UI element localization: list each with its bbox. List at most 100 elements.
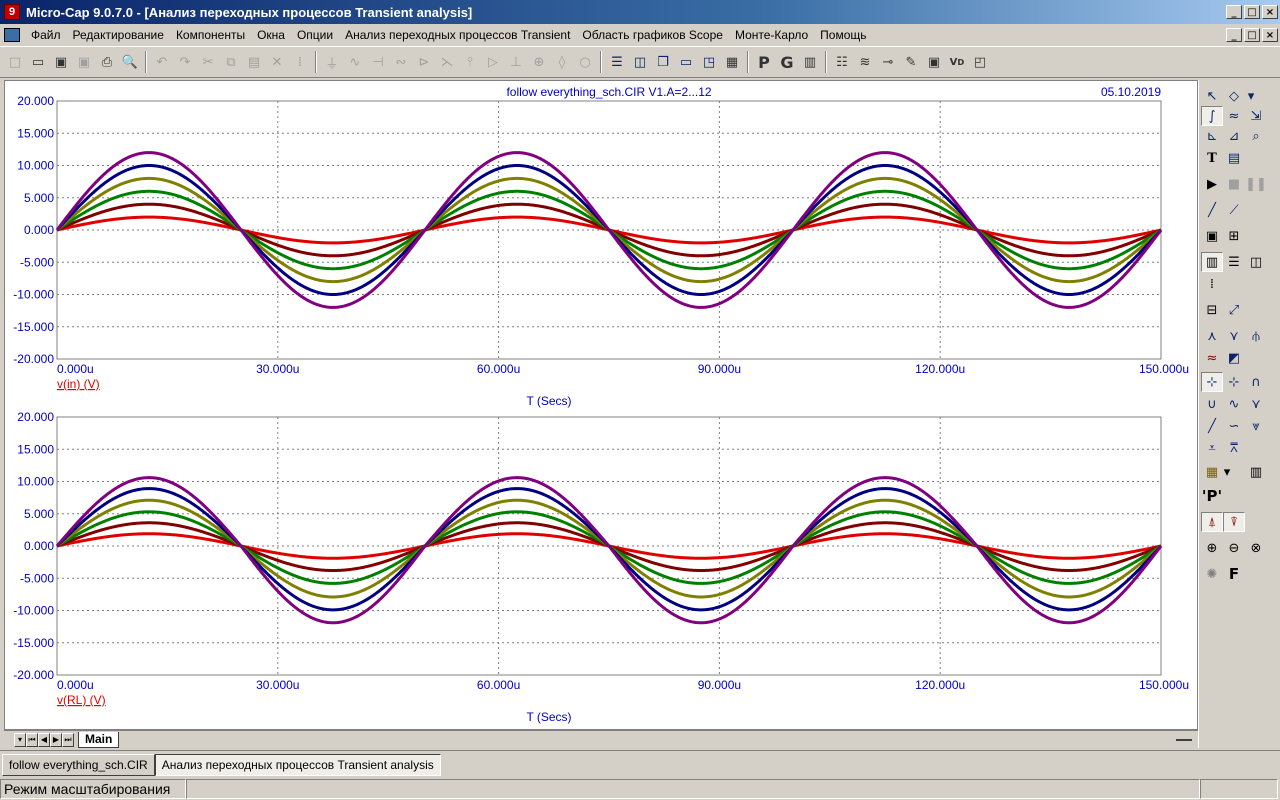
peak-icon[interactable]: ⋏ (1201, 326, 1223, 346)
run-icon[interactable]: ▶ (1201, 174, 1223, 194)
cursor-peak-icon[interactable]: ⊹ (1223, 372, 1245, 392)
open-file-icon[interactable]: ▭ (27, 51, 49, 73)
doc-close-button[interactable]: × (1262, 28, 1278, 42)
redo-icon[interactable]: ↷ (174, 51, 196, 73)
tab-first-icon[interactable]: ⏮ (26, 732, 38, 747)
component-list-icon[interactable]: ☷ (831, 51, 853, 73)
paste-icon[interactable]: ▤ (243, 51, 265, 73)
close-button[interactable]: × (1262, 5, 1278, 19)
calculator-icon[interactable]: ▦ (721, 51, 743, 73)
pause-icon[interactable]: ❚❚ (1245, 174, 1267, 194)
cascade-icon[interactable]: ❐ (652, 51, 674, 73)
zoom-fit-icon[interactable]: ◰ (969, 51, 991, 73)
opamp-icon[interactable]: ▷ (482, 51, 504, 73)
undo-icon[interactable]: ↶ (151, 51, 173, 73)
bottom-trace-label[interactable]: v(RL) (V) (57, 693, 106, 707)
cursor-high-icon[interactable]: ⩞ (1223, 438, 1245, 458)
doc-minimize-button[interactable]: _ (1226, 28, 1242, 42)
columns-icon[interactable]: ◫ (1245, 252, 1267, 272)
menu-windows[interactable]: Окна (251, 28, 291, 42)
print-icon[interactable]: ⎙ (96, 51, 118, 73)
zoom-region-icon[interactable]: ⊗ (1245, 538, 1267, 558)
xy-plot-icon[interactable]: ⤢ (1223, 300, 1245, 320)
npn-icon[interactable]: ⫯ (459, 51, 481, 73)
menu-help[interactable]: Помощь (814, 28, 872, 42)
waveform-icon[interactable]: ≋ (854, 51, 876, 73)
zoom-in-icon[interactable]: ⊕ (1201, 538, 1223, 558)
ground-icon[interactable]: ⏚ (321, 51, 343, 73)
scale-icon[interactable]: ∫ (1201, 106, 1223, 126)
select-arrow-icon[interactable]: ↖ (1201, 86, 1223, 106)
clipboard-icon[interactable]: ▤ (1223, 148, 1245, 168)
f-icon[interactable]: F (1223, 564, 1245, 584)
cursor-max-icon[interactable]: ∩ (1245, 372, 1267, 392)
find-icon[interactable]: ⌕ (1245, 126, 1267, 146)
tile-horizontal-icon[interactable]: ☰ (606, 51, 628, 73)
tab-last-icon[interactable]: ⏭ (62, 732, 74, 747)
vertical-lines-icon[interactable]: ▥ (1201, 252, 1223, 272)
dotgrid-icon[interactable]: ⁞ (1201, 274, 1223, 294)
stop-icon[interactable]: ■ (1223, 174, 1245, 194)
g-icon[interactable]: G (776, 51, 798, 73)
minimize-button[interactable]: _ (1226, 5, 1242, 19)
source-icon[interactable]: ⊕ (528, 51, 550, 73)
resize-handle[interactable] (1176, 738, 1192, 741)
cursor-a-icon[interactable]: ⊾ (1201, 126, 1223, 146)
current-source-icon[interactable]: ○ (574, 51, 596, 73)
shapes-icon[interactable]: ◇ (1223, 86, 1245, 106)
doc-tab-transient[interactable]: Анализ переходных процессов Transient an… (154, 754, 441, 776)
slope-icon[interactable]: ◩ (1223, 348, 1245, 368)
tab-scroll-down-icon[interactable]: ▾ (14, 732, 26, 747)
valley-icon[interactable]: ⋎ (1223, 326, 1245, 346)
menu-components[interactable]: Компоненты (170, 28, 251, 42)
line-icon[interactable]: ╱ (1201, 200, 1223, 220)
tile-vertical-icon[interactable]: ◫ (629, 51, 651, 73)
stretch-icon[interactable]: ⇲ (1245, 106, 1267, 126)
print-preview-icon[interactable]: 🔍 (119, 51, 141, 73)
inductor-icon[interactable]: ∾ (390, 51, 412, 73)
menu-file[interactable]: Файл (25, 28, 67, 42)
p-icon[interactable]: P (753, 51, 775, 73)
cursor-min-icon[interactable]: ∪ (1201, 394, 1223, 414)
tag-icon[interactable]: ⍋ (1201, 512, 1223, 532)
table-view-icon[interactable]: ▥ (1245, 462, 1267, 482)
tag-alt-icon[interactable]: ⍒ (1223, 512, 1245, 532)
cursor-low-icon[interactable]: ⩡ (1201, 438, 1223, 458)
point-line-icon[interactable]: ⟋ (1223, 200, 1245, 220)
single-plot-icon[interactable]: ⊟ (1201, 300, 1223, 320)
box-icon[interactable]: ▣ (1201, 226, 1223, 246)
save-icon[interactable]: ▣ (50, 51, 72, 73)
capacitor-icon[interactable]: ⊣ (367, 51, 389, 73)
doc-maximize-button[interactable]: □ (1244, 28, 1260, 42)
node-icon[interactable]: ⊸ (877, 51, 899, 73)
tab-main[interactable]: Main (78, 731, 120, 748)
menu-monte-carlo[interactable]: Монте-Карло (729, 28, 814, 42)
diode-icon[interactable]: ⊳ (413, 51, 435, 73)
tab-prev-icon[interactable]: ◀ (38, 732, 50, 747)
cursor-slope-icon[interactable]: ╱ (1201, 416, 1223, 436)
grid-box-icon[interactable]: ⊞ (1223, 226, 1245, 246)
scope-icon[interactable]: ▣ (923, 51, 945, 73)
menu-edit[interactable]: Редактирование (67, 28, 170, 42)
vd-icon[interactable]: VD (946, 51, 968, 73)
delete-icon[interactable]: ✕ (266, 51, 288, 73)
high-icon[interactable]: ⫛ (1245, 326, 1267, 346)
transistor-icon[interactable]: ⋋ (436, 51, 458, 73)
new-file-icon[interactable]: □ (4, 51, 26, 73)
document-icon[interactable] (4, 28, 20, 42)
cursor-valley-icon[interactable]: ⋎ (1245, 394, 1267, 414)
menu-transient[interactable]: Анализ переходных процессов Transient (339, 28, 576, 42)
wave-icon[interactable]: ≈ (1223, 106, 1245, 126)
cursor-wave-icon[interactable]: ∿ (1223, 394, 1245, 414)
cursor-inflect-icon[interactable]: ∽ (1223, 416, 1245, 436)
globe-icon[interactable]: ✺ (1201, 564, 1223, 584)
select-all-icon[interactable]: ⁞ (289, 51, 311, 73)
cut-icon[interactable]: ✂ (197, 51, 219, 73)
palette-icon[interactable]: ▦ (1201, 462, 1223, 482)
palette-dropdown-icon[interactable]: ▾ (1221, 462, 1233, 482)
bottom-graph[interactable]: 20.000 15.000 10.000 5.000 0.000 -5.000 -10.00… (13, 410, 1189, 692)
copy-icon[interactable]: ⧉ (220, 51, 242, 73)
save-all-icon[interactable]: ▣ (73, 51, 95, 73)
tab-next-icon[interactable]: ▶ (50, 732, 62, 747)
doc-tab-schematic[interactable]: follow everything_sch.CIR (2, 754, 155, 776)
